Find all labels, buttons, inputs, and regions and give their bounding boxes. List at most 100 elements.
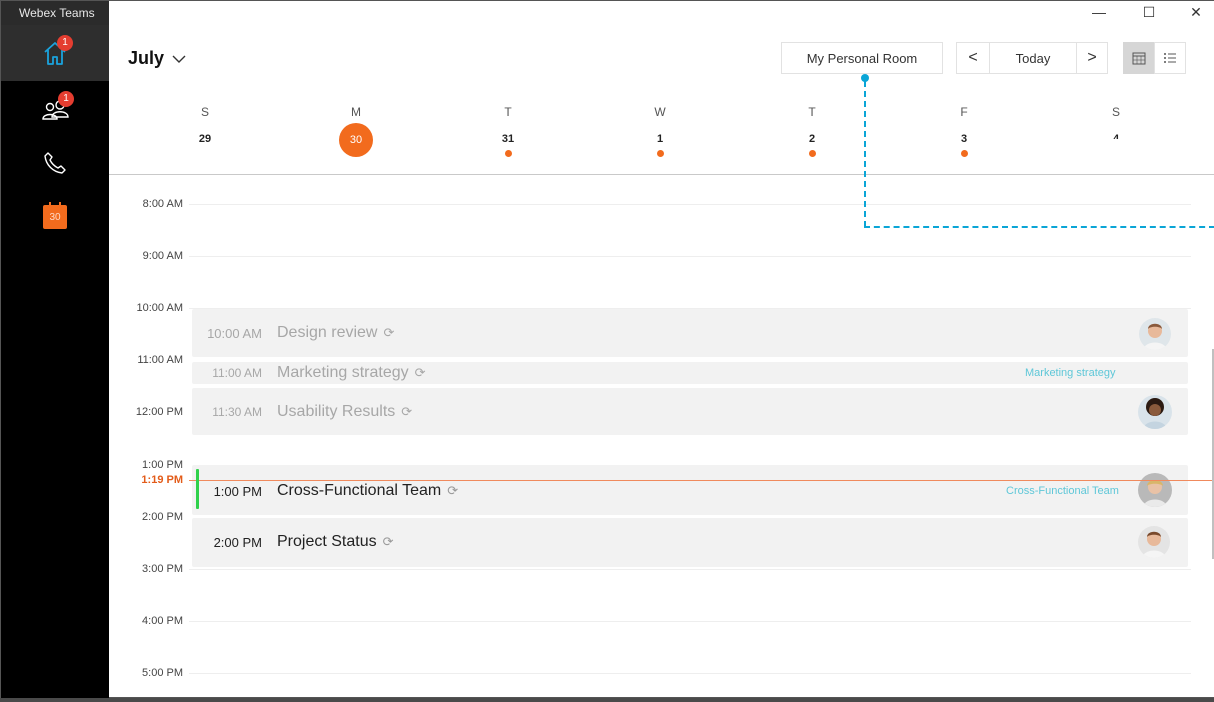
event-indicator-dot — [504, 150, 512, 157]
event-title-wrap: Design review ⟳ — [277, 324, 394, 342]
header-divider — [109, 174, 1214, 175]
day-number: 30 — [339, 123, 373, 157]
event-title-wrap: Usability Results ⟳ — [277, 403, 412, 421]
chevron-down-icon — [172, 51, 186, 67]
hour-label: 4:00 PM — [142, 615, 183, 627]
minimize-button[interactable]: — — [1076, 1, 1122, 23]
day-letter: F — [960, 105, 968, 119]
hour-label: 5:00 PM — [142, 667, 183, 679]
callout-line-vertical — [864, 81, 866, 227]
day-letter: T — [504, 105, 512, 119]
chevron-right-icon: > — [1087, 49, 1097, 66]
day-column[interactable]: W 1 — [630, 105, 690, 157]
current-time-label: 1:19 PM — [141, 474, 183, 486]
calendar-icon-date: 30 — [49, 212, 61, 223]
event-title: Usability Results — [277, 403, 396, 420]
day-number: 4 — [1112, 133, 1120, 139]
hour-label: 11:00 AM — [137, 354, 183, 366]
event-title-wrap: Marketing strategy ⟳ — [277, 364, 426, 382]
hour-label: 9:00 AM — [142, 250, 183, 262]
sidebar-item-teams[interactable]: 1 — [1, 81, 109, 137]
today-button[interactable]: Today — [989, 42, 1077, 74]
day-letter: S — [1111, 105, 1120, 119]
recurring-icon: ⟳ — [447, 483, 459, 498]
event-title: Design review — [277, 324, 378, 341]
sidebar-item-calendar[interactable]: 30 — [1, 189, 109, 245]
current-event-indicator — [196, 469, 199, 509]
chevron-left-icon: < — [968, 49, 978, 66]
event-cross-functional-team[interactable]: 1:00 PM Cross-Functional Team ⟳ Cross-Fun… — [192, 465, 1188, 515]
day-number: 2 — [808, 133, 816, 145]
day-letter: M — [351, 105, 361, 119]
attendee-avatar[interactable] — [1138, 473, 1172, 507]
event-marketing-strategy[interactable]: 11:00 AM Marketing strategy ⟳ Marketing s… — [192, 362, 1188, 384]
day-letter: W — [654, 105, 666, 119]
hour-line — [189, 621, 1191, 622]
event-time: 11:00 AM — [212, 366, 262, 380]
day-number: 1 — [656, 133, 664, 145]
calendar-view-icon — [1132, 52, 1146, 65]
sidebar: Webex Teams 1 1 30 — [1, 1, 109, 699]
event-tag: Marketing strategy — [1025, 367, 1116, 379]
event-time: 1:00 PM — [213, 484, 262, 499]
hour-label: 2:00 PM — [142, 511, 183, 523]
callout-line-horizontal — [864, 226, 1214, 228]
day-number: 29 — [198, 133, 212, 145]
event-title: Marketing strategy — [277, 364, 409, 381]
event-title-wrap: Cross-Functional Team ⟳ — [277, 482, 458, 500]
home-badge: 1 — [57, 35, 73, 51]
event-indicator-dot — [656, 150, 664, 157]
attendee-avatar[interactable] — [1138, 395, 1172, 429]
teams-badge: 1 — [58, 91, 74, 107]
day-column[interactable]: T 31 — [478, 105, 538, 157]
day-column[interactable]: S 4 — [1086, 105, 1146, 139]
day-column[interactable]: S 29 — [175, 105, 235, 147]
recurring-icon: ⟳ — [414, 365, 426, 380]
recurring-icon: ⟳ — [401, 404, 413, 419]
day-number: 3 — [960, 133, 968, 145]
phone-icon — [44, 152, 66, 174]
maximize-button[interactable]: ☐ — [1126, 1, 1172, 23]
current-time-line — [189, 480, 1214, 481]
hour-line — [189, 204, 1191, 205]
hour-line — [189, 256, 1191, 257]
hour-line — [189, 673, 1191, 674]
calendar-icon: 30 — [43, 202, 67, 229]
next-week-button[interactable]: > — [1076, 42, 1108, 74]
day-column[interactable]: F 3 — [934, 105, 994, 157]
day-letter: S — [200, 105, 209, 119]
event-usability-results[interactable]: 11:30 AM Usability Results ⟳ — [192, 388, 1188, 435]
hour-line — [189, 569, 1191, 570]
event-time: 11:30 AM — [212, 405, 262, 419]
event-indicator-dot — [808, 150, 816, 157]
event-title: Cross-Functional Team — [277, 482, 442, 499]
hour-label: 1:00 PM — [142, 459, 183, 471]
app-window: Webex Teams 1 1 30 — ☐ ✕ July My Persona… — [0, 0, 1214, 699]
sidebar-item-home[interactable]: 1 — [1, 25, 109, 81]
day-column-today[interactable]: M 30 — [326, 105, 386, 157]
list-view-icon — [1164, 53, 1176, 63]
sidebar-item-calls[interactable] — [1, 135, 109, 191]
day-number: 31 — [501, 133, 515, 145]
event-time: 10:00 AM — [207, 326, 262, 341]
event-design-review[interactable]: 10:00 AM Design review ⟳ — [192, 309, 1188, 357]
close-button[interactable]: ✕ — [1173, 1, 1214, 23]
event-time: 2:00 PM — [213, 535, 262, 550]
app-title: Webex Teams — [1, 1, 109, 25]
attendee-avatar[interactable] — [1138, 526, 1170, 558]
event-indicator-dot — [960, 150, 968, 157]
previous-week-button[interactable]: < — [956, 42, 990, 74]
event-title-wrap: Project Status ⟳ — [277, 533, 394, 551]
window-frame-bottom — [0, 698, 1214, 702]
day-column[interactable]: T 2 — [782, 105, 842, 157]
month-selector[interactable]: July — [128, 48, 186, 69]
day-letter: T — [808, 105, 816, 119]
event-project-status[interactable]: 2:00 PM Project Status ⟳ — [192, 518, 1188, 567]
hour-label: 8:00 AM — [142, 198, 183, 210]
calendar-view-button[interactable] — [1123, 42, 1155, 74]
attendee-avatar[interactable] — [1139, 318, 1171, 350]
hour-label: 10:00 AM — [136, 302, 183, 314]
list-view-button[interactable] — [1154, 42, 1186, 74]
personal-room-button[interactable]: My Personal Room — [781, 42, 943, 74]
event-title: Project Status — [277, 533, 377, 550]
